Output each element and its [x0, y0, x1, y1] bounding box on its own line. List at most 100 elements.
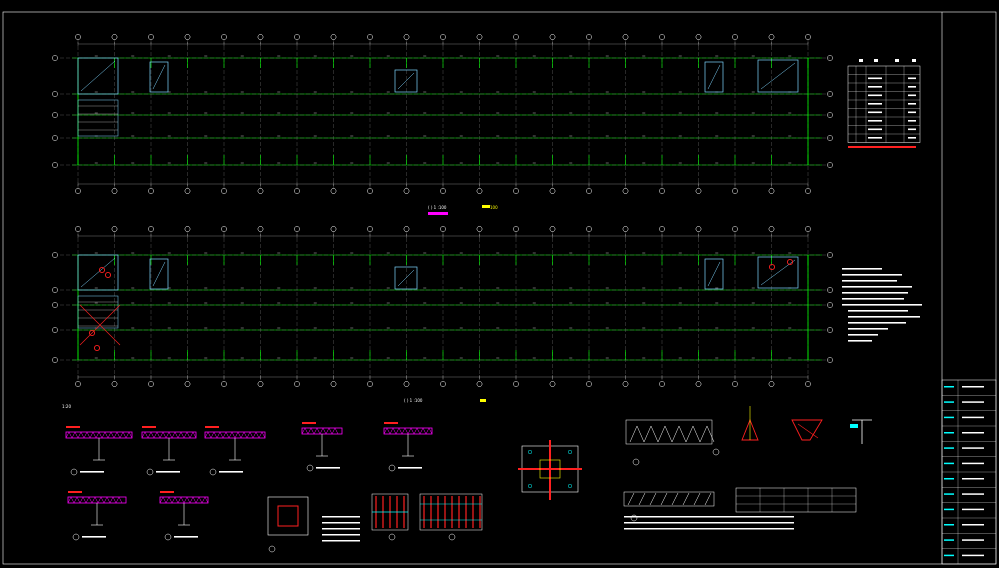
axis-bubble-bottom [659, 381, 665, 387]
truss-web [240, 431, 245, 439]
red-dimension [205, 426, 219, 428]
truss-web [104, 431, 109, 439]
axis-bubble-top [549, 34, 556, 40]
axis-bubble-top [330, 226, 337, 232]
note-text-line [848, 310, 908, 312]
truss-web [186, 431, 191, 439]
table-cell-text [908, 137, 916, 139]
truss-web [71, 431, 76, 439]
truss-web [255, 431, 260, 439]
axis-bubble-top [184, 226, 191, 232]
truss-web [222, 431, 227, 439]
truss-web [101, 431, 106, 439]
axis-bubble-top [184, 34, 191, 40]
axis-bubble-bottom [805, 381, 811, 387]
truss-web [77, 431, 82, 439]
axis-bubble-bottom [513, 381, 519, 387]
red-dimension [384, 422, 398, 424]
truss-web [304, 427, 309, 435]
axis-bubble-bottom [294, 381, 300, 387]
cad-drawing-canvas: ( ) 1 :100 100 ( ) 1 :100 1:20 [2, 11, 997, 565]
note-text-line [842, 304, 922, 306]
axis-bubble-left [52, 162, 58, 168]
detail-caption [174, 536, 198, 538]
axis-bubble-bottom [549, 381, 556, 387]
truss-web [383, 427, 388, 435]
table-cell-text [908, 120, 916, 122]
title-block-value [962, 386, 984, 388]
truss-web [204, 431, 209, 439]
axis-bubble-top [294, 34, 300, 40]
red-callout-mark [98, 266, 106, 274]
truss-web [246, 431, 251, 439]
truss-web [112, 496, 117, 504]
detail-number-bubble [70, 468, 78, 476]
axis-bubble-top [75, 34, 81, 40]
axis-bubble-top [768, 34, 775, 40]
truss-web [392, 427, 397, 435]
truss-web [65, 431, 70, 439]
axis-bubble-left [52, 302, 58, 308]
truss-web [165, 496, 170, 504]
axis-bubble-bottom [403, 381, 410, 387]
axis-bubble-top [768, 226, 775, 232]
table-cell-text [868, 86, 882, 88]
table-cell-text [868, 111, 882, 114]
truss-web [177, 431, 182, 439]
bolt [527, 483, 533, 489]
title-block-label [944, 447, 954, 449]
axis-bubble-bottom [622, 188, 629, 194]
detail-number-bubble [164, 533, 172, 541]
beam-section [204, 431, 266, 439]
stair-diagonal [152, 64, 166, 90]
axis-bubble-top [732, 226, 738, 232]
note-text-line [848, 340, 872, 342]
truss-web [171, 496, 176, 504]
truss-web [416, 427, 421, 435]
truss-web [428, 427, 433, 435]
table-cell-text [908, 103, 916, 105]
table-cell-text [868, 128, 882, 131]
truss-web [189, 431, 194, 439]
axis-bubble-top [476, 226, 483, 232]
detail-note-line [322, 534, 360, 536]
truss-web [216, 431, 221, 439]
stair-diagonal [397, 72, 415, 90]
axis-bubble-top [257, 226, 264, 232]
axis-bubble-bottom [695, 188, 702, 194]
truss-member [678, 425, 687, 443]
truss-web [153, 431, 158, 439]
detail-caption [82, 536, 106, 538]
truss-web [74, 431, 79, 439]
truss-web [159, 431, 164, 439]
stair-diagonal [707, 64, 721, 90]
title-block-label [944, 493, 954, 495]
axis-bubble-top [805, 226, 811, 232]
truss-web [395, 427, 400, 435]
pad-detail-frame [267, 496, 309, 536]
axis-bubble-top [330, 34, 337, 40]
axis-bubble-top [695, 34, 702, 40]
title-block [941, 379, 997, 565]
truss-web [407, 427, 412, 435]
axis-bubble-top [476, 34, 483, 40]
detail-number-bubble [72, 533, 80, 541]
detail-note-line [322, 522, 360, 524]
title-block-value [962, 416, 984, 419]
truss-web [186, 496, 191, 504]
detail-number-bubble [630, 514, 638, 522]
axis-bubble-top [403, 226, 410, 232]
axis-bubble-bottom [111, 381, 118, 387]
truss-web [398, 427, 403, 435]
truss-web [85, 496, 90, 504]
note-text-line [848, 322, 906, 324]
axis-bubble-top [148, 226, 154, 232]
title-block-label [944, 508, 954, 511]
truss-web [162, 496, 167, 504]
axis-bubble-top [367, 226, 373, 232]
beam-section [141, 431, 197, 439]
truss-web [113, 431, 118, 439]
floor-plan-lower [52, 226, 833, 402]
truss-web [86, 431, 91, 439]
title-block-value [962, 524, 984, 526]
